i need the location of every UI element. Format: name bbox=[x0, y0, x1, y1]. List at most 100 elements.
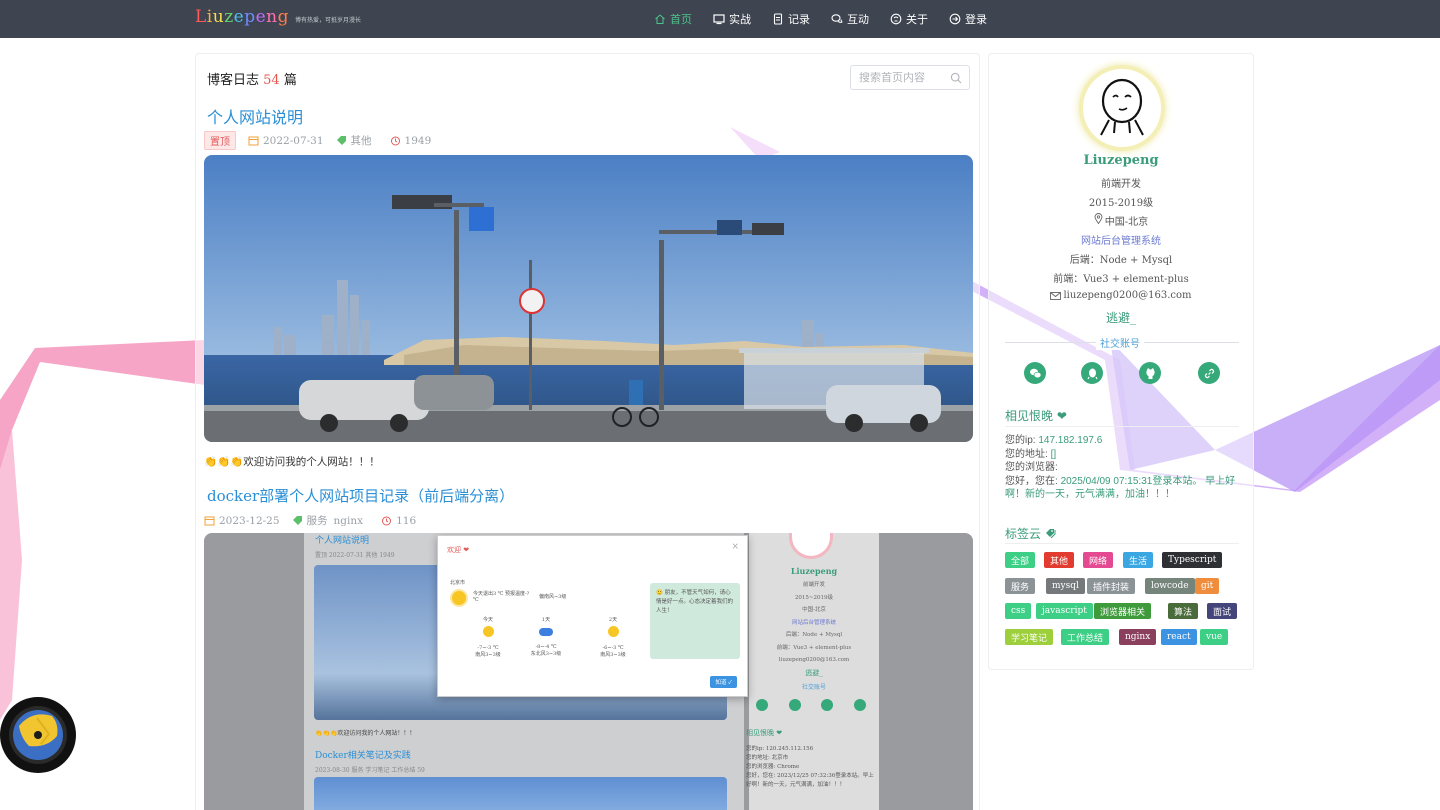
views-icon bbox=[390, 136, 400, 146]
tag-icon bbox=[292, 516, 302, 525]
nav-interact[interactable]: 互动 bbox=[831, 11, 869, 27]
preview-post2-title: Docker相关笔记及实践 bbox=[315, 751, 411, 761]
dialog-title: 欢迎 ❤ bbox=[447, 546, 470, 554]
post-meta: 2023-12-25 服务 nginx 116 bbox=[204, 513, 428, 528]
preview-info-line: 您好，您在: 2023/12/25 07:32:36登录本站。早上好啊！新的一天… bbox=[746, 773, 874, 788]
github-button[interactable] bbox=[1139, 362, 1161, 384]
profile-location: 中国-北京 bbox=[989, 213, 1253, 228]
visitor-section-title: 相见恨晚 ❤ bbox=[1005, 409, 1067, 423]
tag-chip[interactable]: react bbox=[1161, 629, 1197, 645]
post-tag[interactable]: 其他 bbox=[351, 133, 372, 148]
visitor-browser: 您的浏览器: bbox=[1005, 462, 1058, 473]
tag-chip[interactable]: 工作总结 bbox=[1061, 629, 1110, 645]
nav-practice[interactable]: 实战 bbox=[713, 11, 751, 27]
link-button[interactable] bbox=[1198, 362, 1220, 384]
post-meta: 置顶 2022-07-31 其他 1949 bbox=[204, 131, 443, 150]
blog-list-card: 博客日志 54 篇 个人网站说明 置顶 2022-07-31 其他 1949 bbox=[195, 53, 980, 810]
document-icon bbox=[773, 13, 783, 25]
preview-side-line: 前端：Vue3 + element-plus bbox=[776, 644, 852, 651]
avatar[interactable] bbox=[1079, 65, 1165, 151]
profile-years: 2015-2019级 bbox=[1088, 198, 1154, 209]
tag-chip[interactable]: 网络 bbox=[1083, 552, 1114, 568]
profile-motto: 逃避_ bbox=[1105, 311, 1136, 325]
preview-post2-meta: 2023-08-30 服务 学习笔记 工作总结 59 bbox=[315, 767, 425, 774]
search-icon[interactable] bbox=[950, 72, 962, 84]
visitor-ip: 您的ip: 147.182.197.6 bbox=[1005, 435, 1103, 446]
dialog-ok-button[interactable]: 知道 ✓ bbox=[710, 676, 737, 688]
search-input[interactable] bbox=[859, 71, 949, 84]
profile-sidebar: Liuzepeng 前端开发 2015-2019级 中国-北京 网站后台管理系统… bbox=[988, 53, 1254, 670]
tag-chip[interactable]: 生活 bbox=[1123, 552, 1154, 568]
post-cover-image[interactable]: 个人网站说明 置顶 2022-07-31 其他 1949 👏👏👏欢迎访问我的个人… bbox=[204, 533, 973, 810]
wechat-icon bbox=[1029, 368, 1041, 378]
post-title[interactable]: 个人网站说明 bbox=[207, 104, 303, 128]
admin-system-link[interactable]: 网站后台管理系统 bbox=[989, 232, 1253, 247]
music-player-button[interactable] bbox=[0, 697, 76, 773]
tag-chip[interactable]: 浏览器相关 bbox=[1094, 603, 1152, 619]
preview-info-line: 您的ip: 120.245.112.156 bbox=[746, 746, 814, 752]
blog-count-heading: 博客日志 54 篇 bbox=[207, 73, 297, 88]
avatar-face-illustration bbox=[1100, 78, 1144, 136]
tag-chip[interactable]: mysql bbox=[1046, 578, 1085, 594]
dialog-city: 北京市 bbox=[450, 580, 466, 586]
tags-icon bbox=[1046, 529, 1056, 539]
forecast-day: 2天 -6~-3 ℃ 南风3~3级 bbox=[600, 617, 626, 658]
github-icon bbox=[1145, 367, 1155, 379]
nav-home[interactable]: 首页 bbox=[654, 11, 692, 27]
social-divider: 社交账号 bbox=[1005, 335, 1239, 350]
tag-chip[interactable]: 算法 bbox=[1168, 603, 1199, 619]
calendar-icon bbox=[204, 516, 215, 526]
section-divider bbox=[1005, 543, 1239, 544]
post-excerpt: 👏👏👏欢迎访问我的个人网站！！！ bbox=[204, 456, 380, 468]
tag-chip[interactable]: 其他 bbox=[1044, 552, 1075, 568]
post-cover-image[interactable] bbox=[204, 155, 973, 442]
preview-side-name: Liuzepeng bbox=[790, 566, 838, 576]
tag-chip[interactable]: lowcode bbox=[1145, 578, 1195, 594]
post-count: 54 bbox=[263, 73, 280, 88]
tag-chip[interactable]: vue bbox=[1200, 629, 1229, 645]
post-date: 2022-07-31 bbox=[263, 134, 324, 147]
tag-chip[interactable]: javascript bbox=[1036, 603, 1093, 619]
info-icon bbox=[890, 13, 902, 25]
preview-side-line: 后端：Node + Mysql bbox=[785, 632, 843, 638]
post-title[interactable]: docker部署个人网站项目记录（前后端分离） bbox=[207, 485, 514, 506]
preview-social-title: 社交账号 bbox=[801, 684, 826, 691]
tag-chip[interactable]: nginx bbox=[1119, 629, 1157, 645]
preview-side-line: 中国-北京 bbox=[802, 607, 826, 613]
logo-text: Liuzepeng bbox=[195, 7, 290, 27]
tag-chip[interactable]: 全部 bbox=[1005, 552, 1036, 568]
sun-icon bbox=[482, 626, 494, 637]
preview-post1-title: 个人网站说明 bbox=[315, 536, 370, 546]
post-tag[interactable]: 服务 bbox=[307, 513, 328, 528]
tag-chip[interactable]: git bbox=[1195, 578, 1220, 594]
home-icon bbox=[655, 14, 665, 24]
tag-chip[interactable]: Typescript bbox=[1162, 552, 1223, 568]
tag-chip[interactable]: 服务 bbox=[1005, 578, 1036, 594]
nav-records[interactable]: 记录 bbox=[772, 11, 810, 27]
section-divider bbox=[1005, 426, 1239, 427]
post-tag[interactable]: nginx bbox=[334, 515, 364, 527]
profile-role: 前端开发 bbox=[1101, 179, 1141, 190]
nav-login[interactable]: 登录 bbox=[949, 11, 987, 27]
tag-chip[interactable]: 插件封装 bbox=[1087, 578, 1136, 594]
nav-about[interactable]: 关于 bbox=[890, 11, 928, 27]
tag-chip[interactable]: 面试 bbox=[1207, 603, 1238, 619]
site-slogan: 博有热爱，可抵岁月漫长 bbox=[295, 18, 362, 24]
mail-icon bbox=[1050, 291, 1062, 300]
social-title: 社交账号 bbox=[1096, 335, 1144, 350]
wechat-button[interactable] bbox=[1024, 362, 1046, 384]
forecast-day: 今天 -7~-3 ℃ 南风3~3级 bbox=[475, 617, 501, 658]
post-views: 116 bbox=[396, 514, 417, 527]
street-scene-illustration bbox=[204, 155, 973, 442]
tag-chip[interactable]: css bbox=[1005, 603, 1032, 619]
main-nav: 首页 实战 记录 互动 关于 登录 bbox=[654, 0, 1008, 38]
sun-icon bbox=[452, 591, 466, 605]
visitor-greeting: 您好，您在: 2025/04/09 07:15:31登录本站。 早上好啊！新的一… bbox=[1005, 476, 1236, 500]
welcome-dialog: 欢迎 ❤ × 北京市 今天退出3 ℃ 预报温度-? ℃ 偏南风~3级 今天 -7… bbox=[437, 535, 748, 697]
preview-info-line: 您的地址: 北京市 bbox=[746, 755, 789, 761]
tag-chip[interactable]: 学习笔记 bbox=[1005, 629, 1054, 645]
post-views: 1949 bbox=[404, 134, 432, 147]
qq-button[interactable] bbox=[1081, 362, 1103, 384]
site-logo[interactable]: Liuzepeng 博有热爱，可抵岁月漫长 bbox=[195, 7, 361, 27]
dialog-close-icon[interactable]: × bbox=[731, 542, 739, 552]
